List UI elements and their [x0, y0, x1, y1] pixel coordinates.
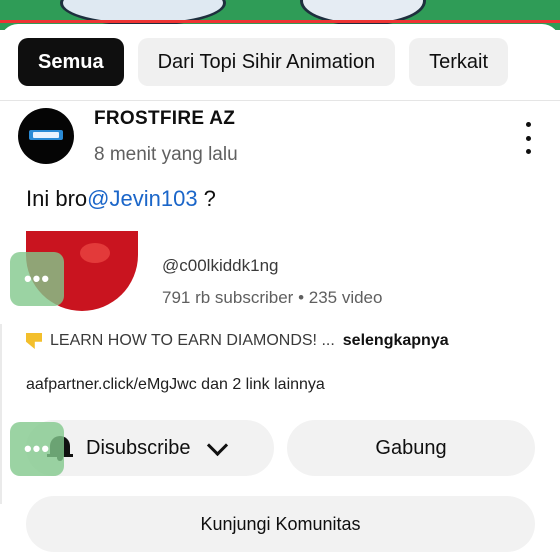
avatar[interactable] — [18, 108, 74, 164]
comments-sheet: Semua Dari Topi Sihir Animation Terkait … — [0, 24, 560, 560]
pin-icon — [26, 333, 42, 349]
read-more-link[interactable]: selengkapnya — [343, 332, 449, 350]
comment-text-before: Ini bro — [26, 186, 88, 211]
chip-from-channel[interactable]: Dari Topi Sihir Animation — [137, 38, 396, 86]
chip-related[interactable]: Terkait — [409, 38, 509, 86]
channel-description[interactable]: LEARN HOW TO EARN DIAMONDS! ... selengkap… — [26, 332, 449, 350]
comment-text-after: ? — [197, 186, 216, 211]
channel-logo — [33, 132, 59, 138]
divider — [0, 100, 560, 101]
channel-handle: @c00lkiddk1ng — [162, 256, 279, 275]
comment-time: 8 menit yang lalu — [94, 144, 238, 165]
description-text: LEARN HOW TO EARN DIAMONDS! ... — [50, 332, 335, 349]
chevron-down-icon — [207, 434, 229, 456]
subscribe-label: Disubscribe — [86, 436, 191, 459]
comment-text: Ini bro@Jevin103 ? — [26, 186, 216, 212]
more-vert-icon[interactable] — [516, 122, 540, 154]
filter-chips: Semua Dari Topi Sihir Animation Terkait — [18, 38, 509, 86]
visit-community-button[interactable]: Kunjungi Komunitas — [26, 496, 535, 552]
channel-links[interactable]: aafpartner.click/eMgJwc dan 2 link lainn… — [26, 376, 325, 394]
floating-menu-button[interactable]: ••• — [10, 252, 64, 306]
join-button[interactable]: Gabung — [287, 420, 535, 476]
comment-author[interactable]: FROSTFIRE AZ — [94, 108, 235, 130]
thread-line — [0, 324, 2, 504]
channel-stats: 791 rb subscriber • 235 video — [162, 288, 383, 307]
progress-bar — [0, 20, 560, 23]
floating-menu-button[interactable]: ••• — [10, 422, 64, 476]
mention-link[interactable]: @Jevin103 — [87, 186, 197, 211]
avatar-highlight — [80, 243, 110, 263]
chip-all[interactable]: Semua — [18, 38, 124, 86]
